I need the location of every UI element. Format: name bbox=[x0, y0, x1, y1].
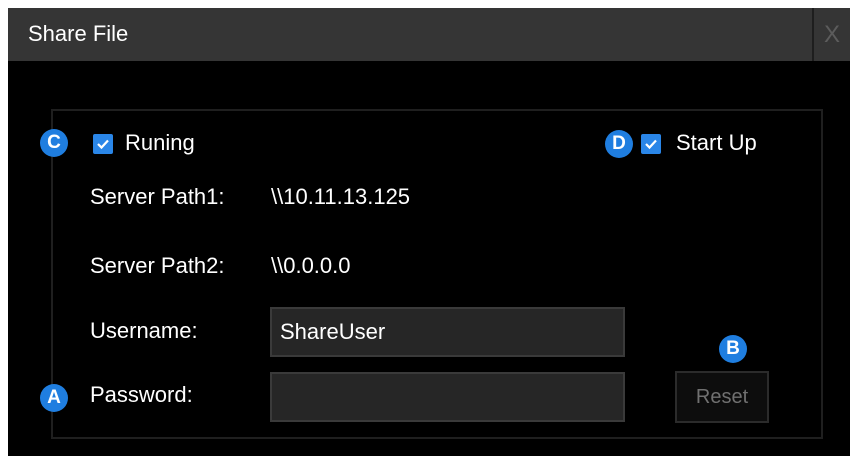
close-button[interactable]: X bbox=[812, 8, 850, 61]
password-field[interactable] bbox=[270, 372, 625, 422]
server-path2-label: Server Path2: bbox=[90, 253, 225, 278]
username-label: Username: bbox=[90, 318, 198, 343]
running-checkbox[interactable] bbox=[93, 134, 113, 154]
checkbox-checked-icon bbox=[97, 139, 109, 150]
callout-badge-b: B bbox=[719, 335, 747, 363]
startup-checkbox[interactable] bbox=[641, 134, 661, 154]
server-path1-label: Server Path1: bbox=[90, 184, 225, 209]
running-label: Runing bbox=[125, 130, 195, 155]
server-path1-value: \\10.11.13.125 bbox=[271, 184, 411, 209]
startup-label: Start Up bbox=[676, 130, 757, 155]
username-field[interactable]: ShareUser bbox=[270, 307, 625, 357]
callout-badge-c: C bbox=[40, 129, 68, 157]
password-label: Password: bbox=[90, 382, 193, 407]
close-icon: X bbox=[823, 21, 840, 48]
dialog-title: Share File bbox=[28, 21, 129, 46]
username-value: ShareUser bbox=[280, 319, 386, 344]
title-bar: Share File bbox=[8, 8, 812, 61]
checkbox-checked-icon bbox=[645, 139, 657, 150]
callout-badge-d: D bbox=[605, 130, 633, 158]
callout-badge-a: A bbox=[40, 384, 68, 412]
reset-button[interactable]: Reset bbox=[675, 371, 769, 423]
server-path2-value: \\0.0.0.0 bbox=[271, 253, 351, 278]
